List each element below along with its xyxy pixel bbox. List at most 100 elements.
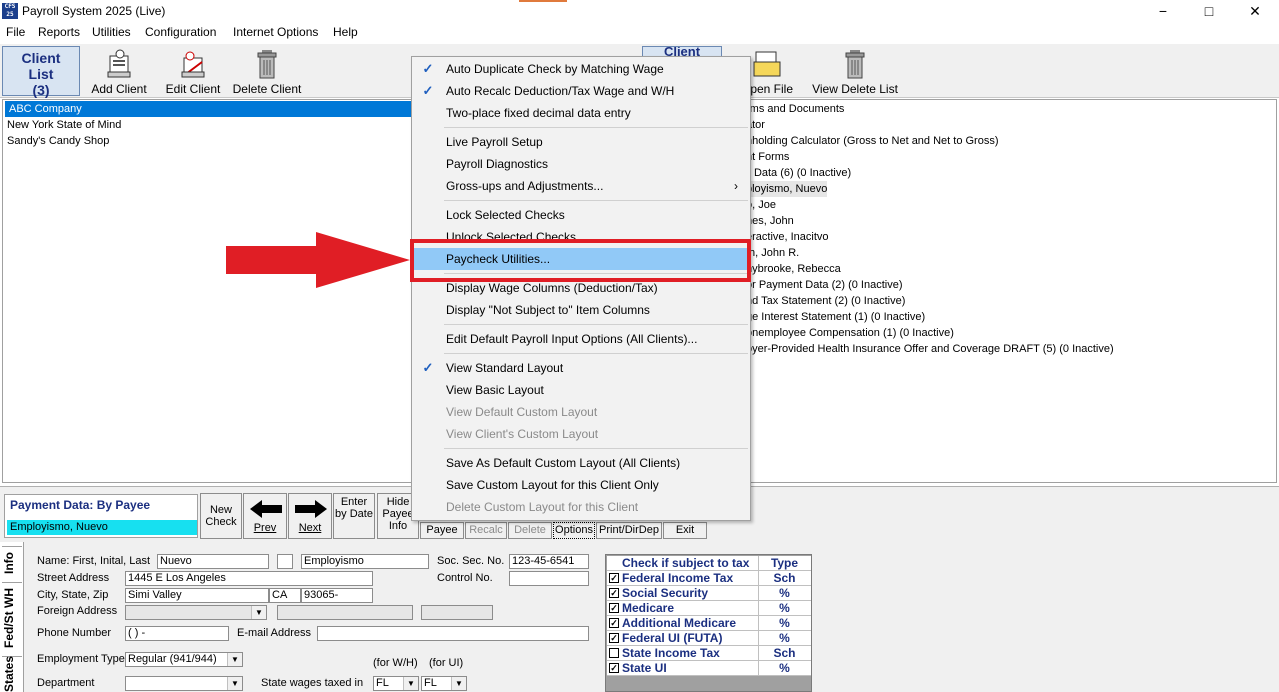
menu-file[interactable]: File bbox=[6, 25, 25, 39]
tax-checkbox[interactable]: ✓ bbox=[609, 588, 619, 598]
phone-field[interactable]: ( ) - bbox=[125, 626, 229, 641]
menu-item[interactable]: View Basic Layout bbox=[414, 379, 748, 401]
tax-checkbox[interactable]: ✓ bbox=[609, 603, 619, 613]
check-icon: ✓ bbox=[422, 83, 434, 98]
wh-state-select[interactable]: FL ▼ bbox=[373, 676, 419, 691]
tax-checkbox[interactable]: ✓ bbox=[609, 633, 619, 643]
menu-item[interactable]: Edit Default Payroll Input Options (All … bbox=[414, 328, 748, 350]
tax-checkbox[interactable]: ✓ bbox=[609, 618, 619, 628]
menu-item[interactable]: Delete Custom Layout for this Client bbox=[414, 496, 748, 518]
delete-button[interactable]: Delete bbox=[508, 522, 552, 539]
tree-item[interactable]: eractive, Inacitvo bbox=[746, 229, 829, 245]
prev-button[interactable]: Prev bbox=[243, 493, 287, 539]
menu-item[interactable]: Display "Not Subject to" Item Columns bbox=[414, 299, 748, 321]
tree-item[interactable]: nholding Calculator (Gross to Net and Ne… bbox=[746, 133, 999, 149]
client-list-item[interactable]: ABC Company bbox=[5, 101, 413, 117]
menu-utilities[interactable]: Utilities bbox=[92, 25, 131, 39]
menu-item[interactable]: Lock Selected Checks bbox=[414, 204, 748, 226]
close-button[interactable]: ✕ bbox=[1232, 0, 1278, 22]
menu-item[interactable]: Two-place fixed decimal data entry bbox=[414, 102, 748, 124]
first-name-field[interactable]: Nuevo bbox=[157, 554, 269, 569]
client-list-item[interactable]: Sandy's Candy Shop bbox=[7, 133, 109, 149]
menu-item[interactable]: Live Payroll Setup bbox=[414, 131, 748, 153]
edit-client-button[interactable]: Edit Client bbox=[164, 48, 222, 96]
tree-item[interactable]: or Payment Data (2) (0 Inactive) bbox=[746, 277, 903, 293]
tree-item[interactable]: nybrooke, Rebecca bbox=[746, 261, 841, 277]
state-field[interactable]: CA bbox=[269, 588, 301, 603]
tab-states[interactable]: States bbox=[2, 656, 22, 692]
client-list-item[interactable]: New York State of Mind bbox=[7, 117, 121, 133]
minimize-button[interactable]: − bbox=[1140, 0, 1186, 22]
maximize-button[interactable]: □ bbox=[1186, 0, 1232, 22]
menu-internet-options[interactable]: Internet Options bbox=[233, 25, 318, 39]
view-delete-list-button[interactable]: View Delete List bbox=[812, 48, 898, 96]
menu-item[interactable]: View Client's Custom Layout bbox=[414, 423, 748, 445]
foreign-postal-field[interactable] bbox=[421, 605, 493, 620]
tree-item[interactable]: ployismo, Nuevo bbox=[746, 181, 828, 197]
menu-item[interactable]: ✓ Auto Recalc Deduction/Tax Wage and W/H bbox=[414, 80, 748, 102]
tax-checkbox[interactable]: ✓ bbox=[609, 663, 619, 673]
menu-help[interactable]: Help bbox=[333, 25, 358, 39]
print-dirdep-button[interactable]: Print/DirDep bbox=[596, 522, 662, 539]
client-list-button[interactable]: Client List (3) bbox=[2, 46, 80, 98]
tree-item[interactable]: ll Data (6) (0 Inactive) bbox=[746, 165, 851, 181]
foreign-province-field[interactable] bbox=[277, 605, 413, 620]
tree-item[interactable]: ge Interest Statement (1) (0 Inactive) bbox=[746, 309, 925, 325]
menu-item[interactable]: Payroll Diagnostics bbox=[414, 153, 748, 175]
payee-field[interactable]: Employismo, Nuevo bbox=[7, 520, 197, 535]
ssn-field[interactable]: 123-45-6541 bbox=[509, 554, 589, 569]
enter-by-date-button[interactable]: Enter by Date bbox=[333, 493, 375, 539]
tree-item[interactable]: nt Forms bbox=[746, 149, 789, 165]
zip-field[interactable]: 93065- bbox=[301, 588, 373, 603]
tax-type[interactable]: % bbox=[758, 661, 810, 675]
payee-button[interactable]: Payee bbox=[420, 522, 464, 539]
last-name-field[interactable]: Employismo bbox=[301, 554, 429, 569]
tax-row: ✓ Medicare% bbox=[607, 601, 811, 616]
recalc-button[interactable]: Recalc bbox=[465, 522, 507, 539]
control-no-field[interactable] bbox=[509, 571, 589, 586]
add-client-label: Add Client bbox=[91, 82, 147, 96]
tree-item[interactable]: th, John R. bbox=[746, 245, 799, 261]
tax-type[interactable]: % bbox=[758, 616, 810, 630]
next-button[interactable]: Next bbox=[288, 493, 332, 539]
department-select[interactable]: ▼ bbox=[125, 676, 243, 691]
ui-state-select[interactable]: FL ▼ bbox=[421, 676, 467, 691]
exit-button[interactable]: Exit bbox=[663, 522, 707, 539]
new-check-button[interactable]: New Check bbox=[200, 493, 242, 539]
menu-item[interactable]: ✓ Auto Duplicate Check by Matching Wage bbox=[414, 58, 748, 80]
options-button[interactable]: Options bbox=[553, 522, 595, 539]
delete-client-button[interactable]: Delete Client bbox=[232, 48, 302, 96]
tab-info[interactable]: Info bbox=[2, 546, 22, 580]
menu-item[interactable]: View Default Custom Layout bbox=[414, 401, 748, 423]
tax-checkbox[interactable] bbox=[609, 648, 619, 658]
payment-data-panel: Payment Data: By Payee Employismo, Nuevo bbox=[4, 494, 198, 538]
menu-item[interactable]: Save Custom Layout for this Client Only bbox=[414, 474, 748, 496]
city-field[interactable]: Simi Valley bbox=[125, 588, 269, 603]
tree-item[interactable]: rms and Documents bbox=[746, 101, 844, 117]
add-client-button[interactable]: Add Client bbox=[90, 48, 148, 96]
menu-item[interactable]: Save As Default Custom Layout (All Clien… bbox=[414, 452, 748, 474]
tax-type[interactable]: Sch bbox=[758, 646, 810, 660]
tab-fed-st-wh[interactable]: Fed/St WH bbox=[2, 582, 22, 654]
street-field[interactable]: 1445 E Los Angeles bbox=[125, 571, 373, 586]
tree-item[interactable]: nes, John bbox=[746, 213, 794, 229]
email-field[interactable] bbox=[317, 626, 589, 641]
tax-type[interactable]: % bbox=[758, 601, 810, 615]
tax-type[interactable]: Sch bbox=[758, 571, 810, 585]
middle-initial-field[interactable] bbox=[277, 554, 293, 569]
menu-item[interactable]: ✓ View Standard Layout bbox=[414, 357, 748, 379]
add-client-icon bbox=[107, 49, 131, 78]
tree-item[interactable]: nd Tax Statement (2) (0 Inactive) bbox=[746, 293, 905, 309]
menu-configuration[interactable]: Configuration bbox=[145, 25, 216, 39]
tax-type[interactable]: % bbox=[758, 631, 810, 645]
menu-reports[interactable]: Reports bbox=[38, 25, 80, 39]
menu-item-label: Display "Not Subject to" Item Columns bbox=[446, 303, 650, 317]
tree-item[interactable]: onemployee Compensation (1) (0 Inactive) bbox=[746, 325, 954, 341]
menu-item-label: Delete Custom Layout for this Client bbox=[446, 500, 639, 514]
menu-item[interactable]: Gross-ups and Adjustments... › bbox=[414, 175, 748, 197]
tax-checkbox[interactable]: ✓ bbox=[609, 573, 619, 583]
foreign-country-select[interactable]: ▼ bbox=[125, 605, 267, 620]
tree-item[interactable]: oyer-Provided Health Insurance Offer and… bbox=[746, 341, 1114, 357]
employment-type-select[interactable]: Regular (941/944) ▼ bbox=[125, 652, 243, 667]
tax-type[interactable]: % bbox=[758, 586, 810, 600]
